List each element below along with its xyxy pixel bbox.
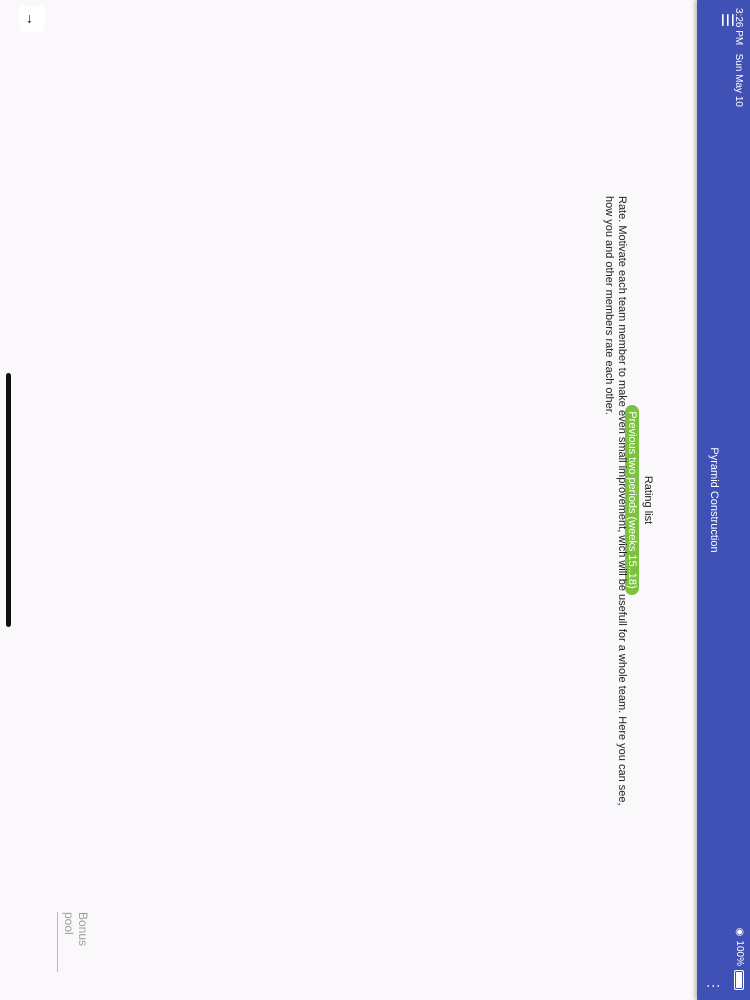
app-title: Pyramid Construction [708,447,720,553]
status-bar: 3:26 PM Sun May 10 ◉ 100% [728,0,750,1000]
more-vert-icon: ⋮ [706,979,722,993]
scroll-up-button[interactable]: → [19,6,45,32]
hamburger-menu-icon: ☰ [718,12,735,28]
wifi-icon: ◉ [734,927,745,937]
status-right: ◉ 100% [734,928,745,990]
arrow-up-icon: → [24,12,40,26]
more-options-button[interactable]: ⋮ [704,978,724,994]
rating-list-title: Rating list [642,475,654,525]
bonus-pool-field[interactable]: Bonus pool [57,912,90,972]
battery-icon [734,970,745,990]
app-bar: 3:26 PM Sun May 10 ◉ 100% ☰ Pyramid Cons… [697,0,750,1000]
description-text: Rate. Motivate each team member to make … [603,196,628,806]
home-indicator[interactable] [6,373,11,627]
battery-percent: 100% [734,940,745,966]
rotated-screen: 3:26 PM Sun May 10 ◉ 100% ☰ Pyramid Cons… [0,0,750,1000]
rating-header: Rating list Previous two periods (weeks … [624,0,654,1000]
date-text: Sun May 10 [733,53,744,107]
bonus-pool-label: Bonus pool [62,912,90,947]
